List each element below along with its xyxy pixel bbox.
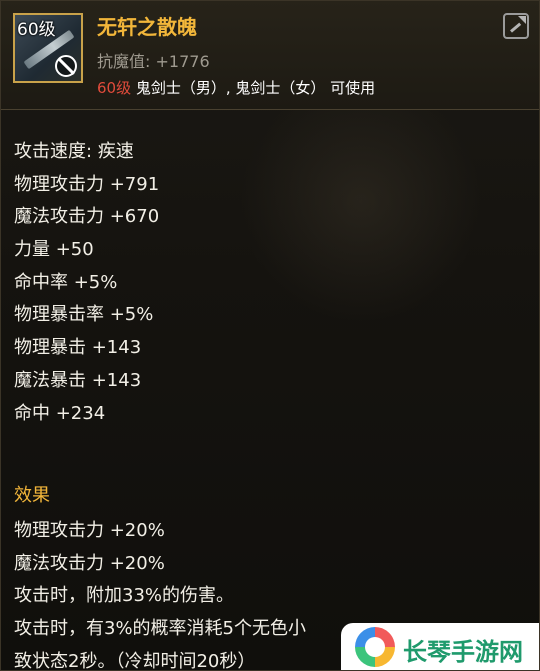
effects-title: 效果 [14, 485, 50, 506]
resist-label: 抗魔值: [97, 52, 151, 71]
effect-line: 攻击时，有3%的概率消耗5个无色小 [14, 618, 307, 640]
share-icon[interactable] [503, 13, 529, 39]
required-classes: 鬼剑士（男）, 鬼剑士（女） 可使用 [131, 79, 376, 97]
forbidden-icon [55, 55, 77, 77]
effect-line: 攻击时，附加33%的伤害。 [14, 585, 235, 607]
stat-physical-crit-rate: 物理暴击率 +5% [14, 304, 154, 326]
stat-hit: 命中 +234 [14, 402, 106, 424]
stat-list: 攻击速度: 疾速 物理攻击力 +791 魔法攻击力 +670 力量 +50 命中… [14, 136, 159, 430]
resist-value: +1776 [155, 52, 210, 71]
item-name: 无轩之散魄 [97, 15, 197, 39]
stat-attack-speed: 攻击速度: 疾速 [14, 141, 134, 162]
item-level-badge: 60级 [17, 20, 56, 40]
stat-strength: 力量 +50 [14, 239, 94, 261]
stat-magic-crit: 魔法暴击 +143 [14, 369, 142, 391]
watermark-text: 长琴手游网 [403, 638, 523, 666]
effect-line: 魔法攻击力 +20% [14, 552, 165, 574]
required-level: 60级 [97, 79, 132, 97]
stat-physical-attack: 物理攻击力 +791 [14, 173, 160, 195]
site-watermark: 长琴手游网 [341, 623, 539, 670]
tooltip-header: 60级 无轩之散魄 抗魔值: +1776 60级 鬼剑士（男）, 鬼剑士（女） … [1, 1, 539, 110]
share-arrow-icon [518, 16, 526, 24]
effect-line: 致状态2秒。（冷却时间20秒） [14, 650, 256, 671]
watermark-logo [355, 627, 395, 667]
requirement-row: 60级 鬼剑士（男）, 鬼剑士（女） 可使用 [97, 77, 375, 98]
effect-line: 物理攻击力 +20% [14, 520, 165, 541]
item-tooltip: 60级 无轩之散魄 抗魔值: +1776 60级 鬼剑士（男）, 鬼剑士（女） … [0, 0, 540, 671]
stat-physical-crit: 物理暴击 +143 [14, 337, 142, 359]
effects-list: 物理攻击力 +20% 魔法攻击力 +20% 攻击时，附加33%的伤害。 攻击时，… [14, 515, 307, 671]
stat-hit-rate: 命中率 +5% [14, 271, 118, 293]
weapon-icon: 60级 [13, 13, 83, 83]
stat-magic-attack: 魔法攻击力 +670 [14, 206, 160, 228]
resist-row: 抗魔值: +1776 [97, 48, 210, 72]
